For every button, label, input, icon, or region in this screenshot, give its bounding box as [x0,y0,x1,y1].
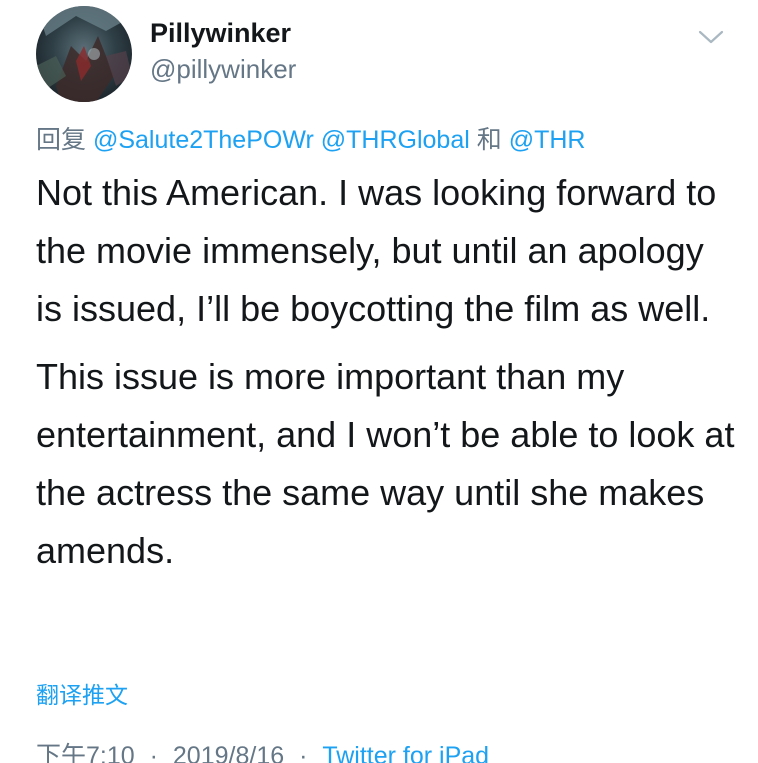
avatar[interactable] [36,6,132,102]
tweet-time: 下午7:10 [36,742,135,763]
reply-prefix: 回复 [36,126,87,154]
translate-tweet-link[interactable]: 翻译推文 [36,676,128,710]
tweet-card: Pillywinker @pillywinker 回复 @Salute2TheP… [0,0,758,763]
mention-link[interactable]: @THR [509,126,586,154]
tweet-date: 2019/8/16 [172,742,285,763]
reply-context: 回复 @Salute2ThePOWr @THRGlobal 和 @THR [36,120,585,156]
display-name[interactable]: Pillywinker [150,18,291,49]
tweet-text: Not this American. I was looking forward… [36,164,736,590]
tweet-paragraph: Not this American. I was looking forward… [36,172,717,329]
tweet-metadata: 下午7:10 · 2019/8/16 · Twitter for iPad [36,736,489,763]
mention-link[interactable]: @THRGlobal [321,126,470,154]
mention-link[interactable]: @Salute2ThePOWr [93,126,314,154]
avatar-image [36,6,132,102]
chevron-down-icon[interactable] [696,26,726,48]
tweet-paragraph: This issue is more important than my ent… [36,356,735,571]
user-handle[interactable]: @pillywinker [150,54,296,85]
separator: · [149,742,158,763]
tweet-source-link[interactable]: Twitter for iPad [322,742,489,763]
separator: · [299,742,308,763]
reply-conjunction: 和 [476,126,502,154]
